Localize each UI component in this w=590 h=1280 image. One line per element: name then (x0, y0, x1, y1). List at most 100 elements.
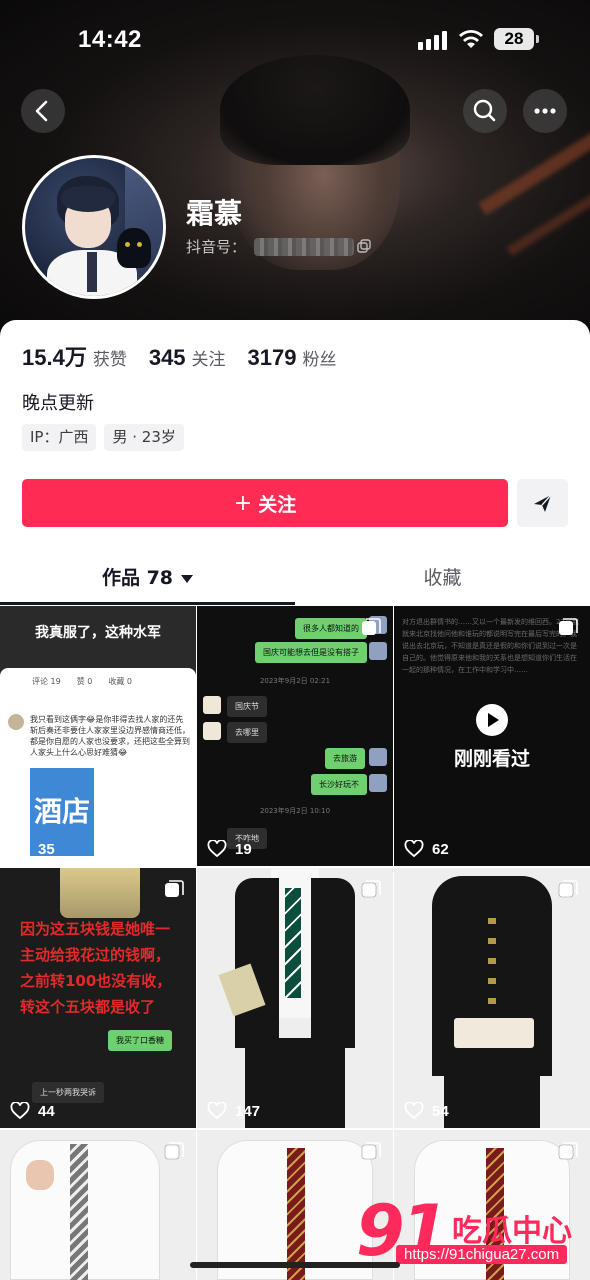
cellular-signal-icon (418, 30, 450, 50)
like-count-value: 19 (235, 840, 252, 858)
post-overlay-text: 因为这五块钱是她唯一主动给我花过的钱啊，之前转100也没有收，转这个五块都是收了 (20, 920, 172, 1016)
chat-timestamp: 2023年9月2日 02:21 (259, 677, 331, 685)
more-options-button[interactable] (523, 89, 567, 133)
follow-label: 关注 (258, 493, 297, 516)
status-time: 14:42 (78, 26, 142, 53)
like-count-value: 35 (38, 840, 55, 858)
trousers-image (444, 1068, 540, 1128)
post-tile[interactable]: 对方退出群情书的……又以一个最新发的维回西。27号我就来北京找他问他和谁玩的都说… (394, 606, 590, 866)
multi-image-icon (165, 880, 184, 897)
tie-image (285, 888, 301, 998)
like-count: 19 (207, 840, 252, 858)
multi-image-icon (164, 1142, 184, 1160)
chat-avatar (369, 642, 387, 660)
watermark-url: https://91chigua27.com (396, 1245, 568, 1264)
ip-location-tag: IP：广西 (22, 424, 97, 451)
hand-image (26, 1160, 54, 1190)
jacket-image (311, 878, 355, 1048)
profile-tags: IP：广西 男 · 23岁 (22, 424, 192, 451)
heart-icon (404, 840, 424, 858)
chat-avatar (203, 722, 221, 740)
profile-stats: 15.4万 获赞 345 关注 3179 粉丝 (22, 340, 359, 370)
stat-likes[interactable]: 15.4万 获赞 (22, 340, 127, 372)
profile-header: 14:42 28 霜慕 抖音号： (0, 0, 590, 345)
send-message-button[interactable] (517, 479, 568, 527)
chat-bubble: 长沙好玩不 (311, 774, 367, 795)
comment-text: 我只看到这俩字😂是你非得去找人家的还先斩后奏还非要住人家家里没边界感情商还低，都… (30, 715, 190, 757)
stat-value: 345 (148, 345, 186, 370)
wifi-icon (459, 30, 483, 48)
stat-value: 15.4万 (22, 345, 87, 370)
send-icon (534, 494, 552, 512)
chat-avatar (203, 696, 221, 714)
drink-bottle-image (60, 868, 140, 918)
like-count-value: 54 (432, 1102, 449, 1120)
button-row (488, 904, 496, 1034)
copy-icon[interactable] (357, 239, 371, 253)
like-count: 35 (10, 840, 55, 858)
heart-icon (10, 840, 30, 858)
header-background-streak (478, 118, 590, 216)
comment-tabs: 评论 19 赞 0 收藏 0 (32, 677, 132, 686)
post-tile[interactable]: 我真服了，这种水军 评论 19 赞 0 收藏 0 我只看到这俩字😂是你非得去找人… (0, 606, 196, 866)
stat-value: 3179 (247, 345, 297, 370)
avatar (8, 714, 24, 730)
multi-image-icon (361, 1142, 381, 1160)
caret-down-icon (181, 574, 194, 583)
avatar[interactable] (22, 155, 166, 299)
tie-image (287, 1148, 305, 1280)
battery-indicator: 28 (494, 28, 539, 50)
status-bar: 14:42 28 (0, 0, 590, 80)
recently-watched-label: 刚刚看过 (453, 748, 530, 770)
profile-name: 霜慕 (186, 197, 243, 230)
back-icon (35, 100, 48, 122)
like-count-value: 62 (432, 840, 449, 858)
post-tile[interactable]: 147 (197, 868, 393, 1128)
multi-image-icon (558, 1142, 578, 1160)
play-icon (476, 704, 508, 736)
chat-bubble: 上一秒两我哭诉 (32, 1082, 104, 1103)
plus-icon: + (233, 490, 253, 516)
post-title: 我真服了，这种水军 (35, 625, 161, 641)
back-button[interactable] (21, 89, 65, 133)
like-count-value: 147 (235, 1102, 261, 1120)
chat-bubble: 去哪里 (227, 722, 267, 743)
chat-bubble: 国庆节 (227, 696, 267, 717)
tie-image (70, 1144, 88, 1280)
stat-following[interactable]: 345 关注 (149, 345, 226, 371)
chat-timestamp: 2023年9月2日 10:10 (259, 807, 331, 815)
heart-icon (404, 1102, 424, 1120)
watermark-site-name: 吃瓜中心 (452, 1214, 572, 1249)
post-tile[interactable]: 54 (394, 868, 590, 1128)
stat-label: 粉丝 (302, 350, 337, 370)
follow-button[interactable]: + 关注 (22, 479, 508, 527)
tab-works[interactable]: 作品 78 (0, 558, 295, 602)
douyin-id-redacted (254, 238, 354, 256)
like-count: 62 (404, 840, 449, 858)
profile-bio: 晚点更新 (22, 393, 94, 414)
stat-followers[interactable]: 3179 粉丝 (248, 345, 337, 371)
tab-favorites[interactable]: 收藏 (295, 558, 590, 602)
stat-label: 关注 (191, 350, 226, 370)
book-image (454, 1018, 534, 1048)
multi-image-icon (559, 618, 578, 635)
post-body-text: 对方退出群情书的……又以一个最新发的维回西。27号我就来北京找他问他和谁玩的都说… (402, 618, 579, 674)
chat-bubble: 我买了口香糖 (108, 1030, 172, 1051)
active-tab-indicator (0, 602, 295, 605)
chat-bubble: 很多人都知道的 (295, 618, 367, 639)
chat-bubble: 国庆可能想去但是没有搭子 (255, 642, 367, 663)
search-button[interactable] (463, 89, 507, 133)
chat-avatar (369, 774, 387, 792)
stat-label: 获赞 (92, 350, 127, 370)
post-tile[interactable]: 很多人都知道的 国庆可能想去但是没有搭子 2023年9月2日 02:21 国庆节… (197, 606, 393, 866)
chat-bubble: 去旅游 (325, 748, 365, 769)
more-icon (534, 108, 556, 114)
tab-works-label: 作品 78 (101, 567, 174, 589)
multi-image-icon (361, 880, 381, 898)
post-tile[interactable]: 因为这五块钱是她唯一主动给我花过的钱啊，之前转100也没有收，转这个五块都是收了… (0, 868, 196, 1128)
home-indicator[interactable] (190, 1262, 400, 1268)
post-tile[interactable] (0, 1130, 196, 1280)
heart-icon (10, 1102, 30, 1120)
multi-image-icon (558, 880, 578, 898)
like-count: 147 (207, 1102, 260, 1120)
